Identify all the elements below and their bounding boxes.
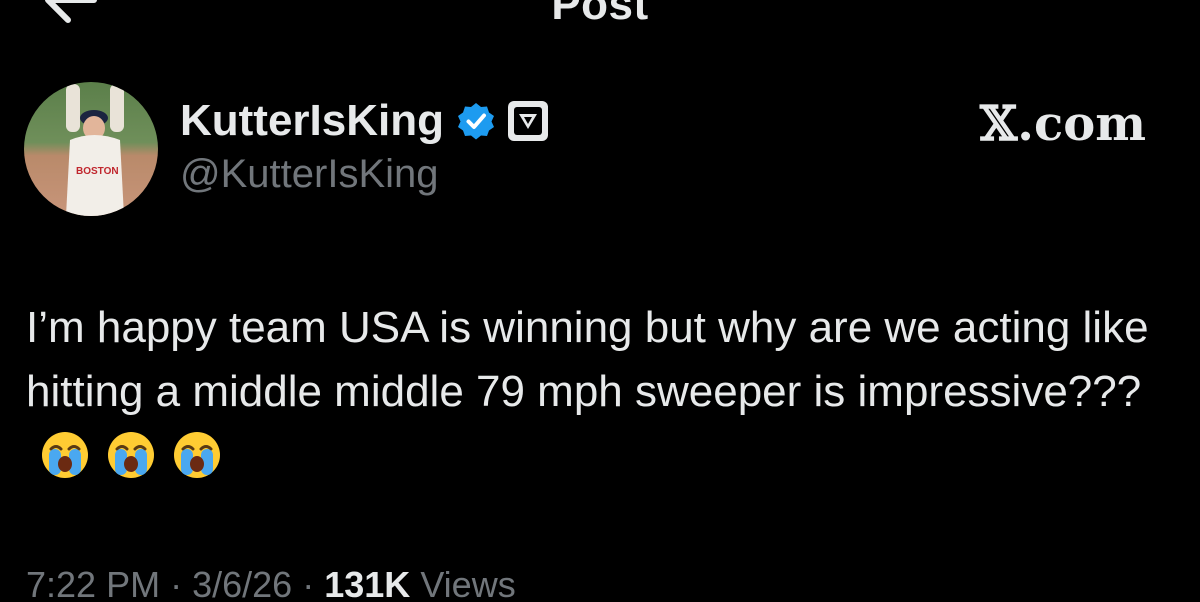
author-block: KutterIsKing @KutterIsKing	[180, 92, 548, 197]
meta-separator: ·	[302, 564, 315, 602]
post-date[interactable]: 3/6/26	[192, 564, 292, 602]
display-name[interactable]: KutterIsKing	[180, 96, 444, 146]
more-dots-icon[interactable]	[1068, 0, 1148, 16]
user-handle[interactable]: @KutterIsKing	[180, 152, 548, 197]
loudly-crying-face-emoji-icon	[42, 432, 88, 478]
verified-badge-icon[interactable]	[456, 101, 496, 141]
loudly-crying-face-emoji-icon	[174, 432, 220, 478]
loudly-crying-face-emoji-icon	[108, 432, 154, 478]
affiliate-logo-icon	[514, 107, 542, 135]
page-title: Post	[551, 0, 649, 29]
avatar-image: BOSTON	[24, 82, 158, 216]
x-com-watermark: 𝕏.com	[980, 96, 1146, 152]
post-screen: Post BOSTON KutterIsKing @KutterIsKing 𝕏…	[0, 0, 1200, 602]
views-label: Views	[420, 564, 516, 602]
post-time[interactable]: 7:22 PM	[26, 564, 160, 602]
top-bar: Post	[0, 0, 1200, 40]
tweet-body: I’m happy team USA is winning but why ar…	[26, 303, 1149, 416]
name-row: KutterIsKing	[180, 92, 548, 150]
views-count: 131K	[324, 564, 411, 602]
avatar[interactable]: BOSTON	[24, 82, 158, 216]
affiliate-badge-icon[interactable]	[508, 101, 548, 141]
meta-separator: ·	[170, 564, 183, 602]
tweet-text: I’m happy team USA is winning but why ar…	[26, 296, 1176, 488]
avatar-shirt-text: BOSTON	[76, 166, 119, 177]
post-meta: 7:22 PM · 3/6/26 · 131K Views	[26, 564, 516, 602]
emoji-row	[40, 430, 222, 480]
